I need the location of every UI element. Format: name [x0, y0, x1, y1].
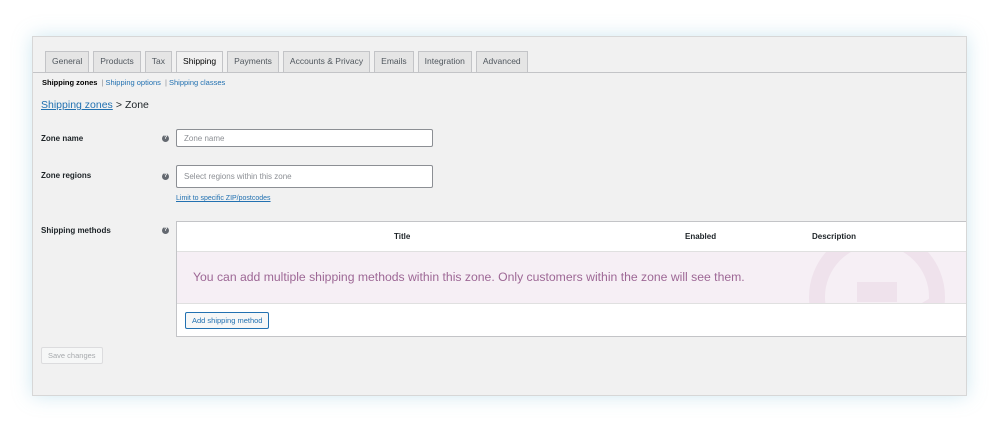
add-shipping-method-button[interactable]: Add shipping method: [185, 312, 270, 329]
tab-shipping[interactable]: Shipping: [176, 51, 224, 73]
zone-regions-select[interactable]: Select regions within this zone: [176, 165, 433, 188]
column-description: Description: [812, 232, 857, 241]
zone-name-input[interactable]: Zone name: [176, 129, 433, 147]
column-title: Title: [394, 232, 411, 241]
subnav-shipping-zones[interactable]: Shipping zones: [42, 78, 97, 87]
tab-payments[interactable]: Payments: [227, 51, 279, 72]
subnav-separator: |: [101, 78, 104, 87]
shipping-methods-table: Title Enabled Description You can add mu…: [176, 221, 966, 337]
subnav-shipping-classes[interactable]: Shipping classes: [169, 78, 225, 87]
tab-tax[interactable]: Tax: [144, 51, 173, 72]
table-footer: Add shipping method: [177, 303, 966, 337]
settings-panel: General Products Tax Shipping Payments A…: [32, 36, 967, 396]
blank-state-message: You can add multiple shipping methods wi…: [193, 270, 745, 284]
zone-regions-label: Zone regions: [41, 171, 92, 180]
subnav-shipping-options[interactable]: Shipping options: [105, 78, 160, 87]
tab-integration[interactable]: Integration: [417, 51, 472, 72]
limit-postcodes-link[interactable]: Limit to specific ZIP/postcodes: [176, 195, 271, 202]
breadcrumb: Shipping zones > Zone: [41, 99, 149, 111]
help-icon[interactable]: ?: [162, 135, 169, 142]
subnav-separator: |: [165, 78, 167, 87]
help-icon[interactable]: ?: [162, 227, 169, 234]
tab-advanced[interactable]: Advanced: [475, 51, 528, 72]
column-enabled: Enabled: [685, 232, 717, 241]
zone-name-label: Zone name: [41, 134, 84, 143]
table-header: Title Enabled Description: [177, 222, 966, 252]
tab-products[interactable]: Products: [93, 51, 141, 72]
tab-accounts-privacy[interactable]: Accounts & Privacy: [282, 51, 371, 72]
breadcrumb-shipping-zones-link[interactable]: Shipping zones: [41, 99, 113, 111]
settings-tabs: General Products Tax Shipping Payments A…: [45, 51, 528, 73]
save-changes-button[interactable]: Save changes: [41, 347, 103, 364]
shipping-truck-watermark-icon: [809, 252, 945, 303]
shipping-methods-label: Shipping methods: [41, 226, 111, 235]
shipping-subnav: Shipping zones | Shipping options | Shippi…: [42, 78, 225, 87]
tab-emails[interactable]: Emails: [374, 51, 414, 72]
blank-state-row: You can add multiple shipping methods wi…: [177, 252, 966, 303]
breadcrumb-separator: >: [115, 99, 122, 111]
breadcrumb-current: Zone: [124, 99, 149, 111]
tabs-divider: [33, 72, 966, 73]
help-icon[interactable]: ?: [162, 173, 169, 180]
tab-general[interactable]: General: [45, 51, 90, 72]
